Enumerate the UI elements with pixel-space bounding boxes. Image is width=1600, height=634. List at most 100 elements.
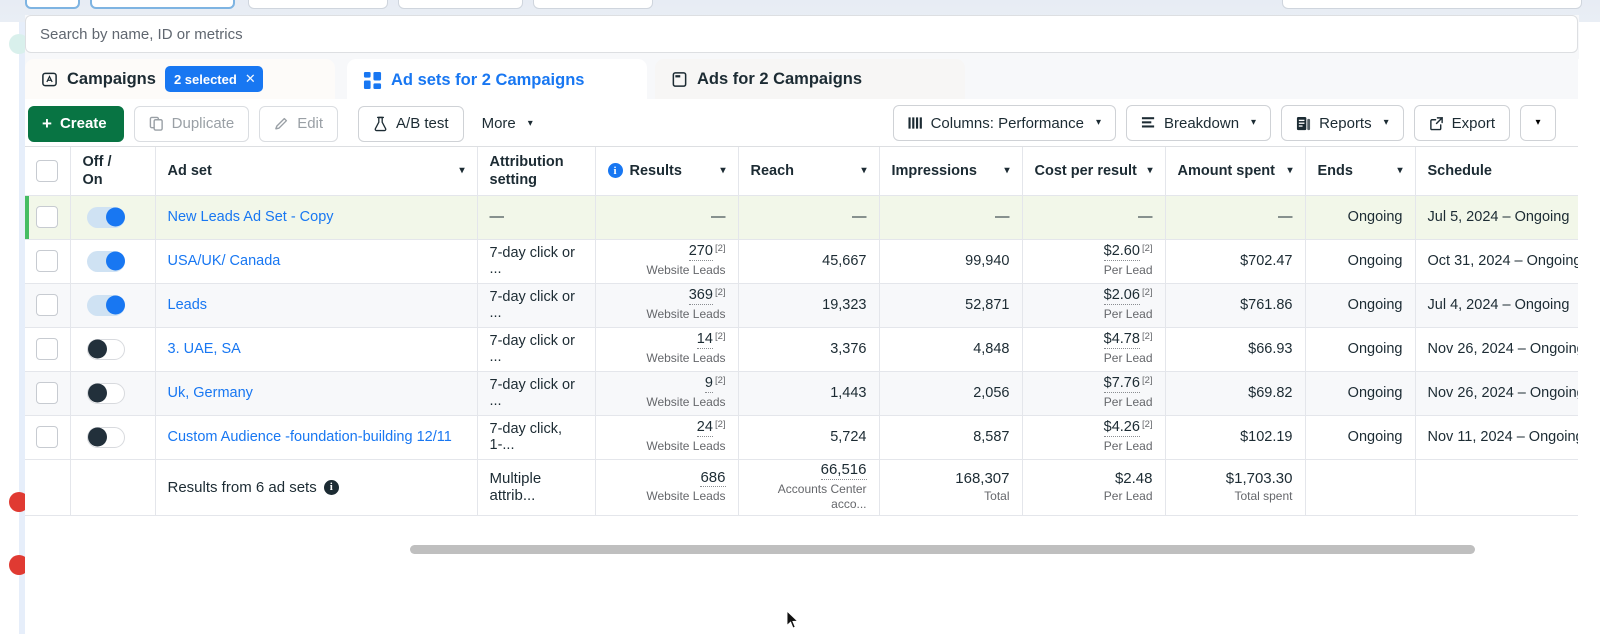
onoff-toggle[interactable] bbox=[86, 426, 125, 448]
row-checkbox[interactable] bbox=[36, 426, 59, 448]
adset-name-link[interactable]: Custom Audience -foundation-building 12/… bbox=[168, 429, 452, 445]
header-adset[interactable]: Ad set ▾ bbox=[155, 147, 478, 196]
row-adset-cell[interactable]: Leads bbox=[155, 283, 478, 328]
table-row[interactable]: Leads 7-day click or ... 369 [2] Website Lea… bbox=[25, 283, 1578, 328]
chevron-down-icon: ▾ bbox=[1095, 117, 1101, 128]
adset-name-link[interactable]: USA/UK/ Canada bbox=[168, 253, 281, 269]
partial-filter-pill-5[interactable] bbox=[533, 0, 653, 9]
chevron-down-icon[interactable]: ▾ bbox=[1004, 165, 1009, 176]
flask-icon bbox=[373, 116, 388, 132]
row-checkbox[interactable] bbox=[36, 338, 59, 360]
table-row[interactable]: New Leads Ad Set - Copy — — — — — — Ongoing Jul … bbox=[25, 195, 1578, 240]
row-select-cell[interactable] bbox=[25, 371, 71, 416]
partial-filter-pill-3[interactable] bbox=[248, 0, 388, 9]
summary-reach-sublabel: Accounts Center acco... bbox=[777, 481, 867, 512]
row-ends-cell: Ongoing bbox=[1305, 327, 1416, 372]
export-dropdown-button[interactable]: ▾ bbox=[1520, 105, 1556, 141]
header-ends[interactable]: Ends ▾ bbox=[1305, 147, 1416, 196]
onoff-toggle[interactable] bbox=[86, 382, 125, 404]
header-select-all[interactable] bbox=[25, 147, 71, 196]
info-icon[interactable]: i bbox=[607, 163, 623, 179]
reports-button[interactable]: Reports ▾ bbox=[1281, 105, 1404, 141]
chevron-down-icon[interactable]: ▾ bbox=[861, 165, 866, 176]
table-row[interactable]: USA/UK/ Canada 7-day click or ... 270 [2] We… bbox=[25, 239, 1578, 284]
adset-name-link[interactable]: Leads bbox=[168, 297, 208, 313]
row-select-cell[interactable] bbox=[25, 327, 71, 372]
campaigns-selected-badge[interactable]: 2 selected ✕ bbox=[164, 66, 263, 92]
header-reach[interactable]: Reach ▾ bbox=[738, 147, 880, 196]
reach-cell: 19,323 bbox=[738, 283, 880, 328]
ab-test-button[interactable]: A/B test bbox=[358, 105, 464, 142]
table-row[interactable]: Custom Audience -foundation-building 12/… bbox=[25, 415, 1579, 460]
chevron-down-icon[interactable]: ▾ bbox=[1287, 165, 1292, 176]
row-onoff-cell[interactable] bbox=[70, 195, 156, 240]
header-results[interactable]: i Results ▾ bbox=[595, 147, 739, 196]
onoff-toggle[interactable] bbox=[86, 250, 125, 272]
onoff-toggle[interactable] bbox=[86, 294, 125, 316]
schedule-value: Nov 11, 2024 – Ongoing bbox=[1427, 429, 1579, 445]
header-amount-spent[interactable]: Amount spent ▾ bbox=[1165, 147, 1306, 196]
attribution-value: 7-day click or ... bbox=[489, 377, 575, 409]
more-button[interactable]: More ▾ bbox=[474, 106, 541, 142]
select-all-checkbox[interactable] bbox=[36, 159, 59, 182]
search-box[interactable] bbox=[25, 15, 1578, 53]
row-adset-cell[interactable]: Uk, Germany bbox=[155, 371, 478, 416]
row-adset-cell[interactable]: USA/UK/ Canada bbox=[155, 239, 478, 284]
partial-filter-pill-2[interactable] bbox=[90, 0, 235, 9]
row-select-cell[interactable] bbox=[25, 195, 71, 240]
search-input[interactable] bbox=[40, 25, 1516, 43]
create-button[interactable]: + Create bbox=[28, 105, 124, 142]
row-schedule-cell: Jul 4, 2024 – Ongoing bbox=[1415, 283, 1578, 328]
row-checkbox[interactable] bbox=[36, 250, 59, 272]
header-cost-per-result[interactable]: Cost per result ▾ bbox=[1022, 147, 1166, 196]
table-row[interactable]: 3. UAE, SA 7-day click or ... 14 [2] Website… bbox=[25, 327, 1578, 372]
edit-button[interactable]: Edit bbox=[259, 105, 339, 142]
row-select-cell[interactable] bbox=[25, 239, 71, 284]
row-onoff-cell[interactable] bbox=[70, 327, 156, 372]
onoff-toggle[interactable] bbox=[86, 338, 125, 360]
close-icon[interactable]: ✕ bbox=[245, 71, 256, 87]
pencil-icon bbox=[274, 116, 289, 131]
row-adset-cell[interactable]: New Leads Ad Set - Copy bbox=[155, 195, 478, 240]
columns-button[interactable]: Columns: Performance ▾ bbox=[892, 105, 1116, 141]
reports-button-label: Reports bbox=[1319, 114, 1372, 132]
partial-filter-pill-6[interactable] bbox=[1282, 0, 1582, 9]
horizontal-scrollbar-thumb[interactable] bbox=[410, 545, 1475, 554]
chevron-down-icon[interactable]: ▾ bbox=[1147, 165, 1152, 176]
tab-adsets[interactable]: Ad sets for 2 Campaigns bbox=[347, 59, 647, 101]
tab-campaigns[interactable]: Campaigns 2 selected ✕ bbox=[25, 59, 335, 99]
partial-filter-pill-1[interactable] bbox=[25, 0, 80, 9]
row-onoff-cell[interactable] bbox=[70, 371, 156, 416]
row-checkbox[interactable] bbox=[36, 382, 59, 404]
breakdown-button[interactable]: Breakdown ▾ bbox=[1126, 105, 1272, 141]
duplicate-button[interactable]: Duplicate bbox=[133, 105, 250, 142]
adset-name-link[interactable]: Uk, Germany bbox=[168, 385, 253, 401]
breakdown-icon bbox=[1141, 116, 1156, 130]
chevron-down-icon[interactable]: ▾ bbox=[459, 165, 464, 176]
chevron-down-icon[interactable]: ▾ bbox=[1397, 165, 1402, 176]
partial-filter-pill-4[interactable] bbox=[398, 0, 523, 9]
duplicate-button-label: Duplicate bbox=[171, 115, 235, 132]
summary-results-value: 686 bbox=[700, 469, 726, 488]
export-button[interactable]: Export bbox=[1413, 105, 1510, 141]
row-checkbox[interactable] bbox=[36, 294, 59, 316]
row-adset-cell[interactable]: 3. UAE, SA bbox=[155, 327, 478, 372]
row-onoff-cell[interactable] bbox=[70, 415, 156, 460]
row-onoff-cell[interactable] bbox=[70, 239, 156, 284]
tab-ads[interactable]: Ads for 2 Campaigns bbox=[655, 59, 965, 99]
onoff-toggle[interactable] bbox=[86, 206, 125, 228]
info-icon[interactable]: i bbox=[323, 479, 339, 495]
table-row[interactable]: Uk, Germany 7-day click or ... 9 [2] Website… bbox=[25, 371, 1578, 416]
adset-name-link[interactable]: New Leads Ad Set - Copy bbox=[168, 209, 334, 225]
row-adset-cell[interactable]: Custom Audience -foundation-building 12/… bbox=[155, 415, 478, 460]
tab-ads-label: Ads for 2 Campaigns bbox=[697, 69, 863, 88]
row-checkbox[interactable] bbox=[36, 206, 59, 228]
row-select-cell[interactable] bbox=[25, 415, 71, 460]
amount-spent-cell: $761.86 bbox=[1165, 283, 1306, 328]
row-onoff-cell[interactable] bbox=[70, 283, 156, 328]
adset-name-link[interactable]: 3. UAE, SA bbox=[168, 341, 241, 357]
header-impressions[interactable]: Impressions ▾ bbox=[879, 147, 1023, 196]
horizontal-scrollbar-track[interactable] bbox=[25, 542, 1578, 556]
row-select-cell[interactable] bbox=[25, 283, 71, 328]
chevron-down-icon[interactable]: ▾ bbox=[720, 165, 725, 176]
